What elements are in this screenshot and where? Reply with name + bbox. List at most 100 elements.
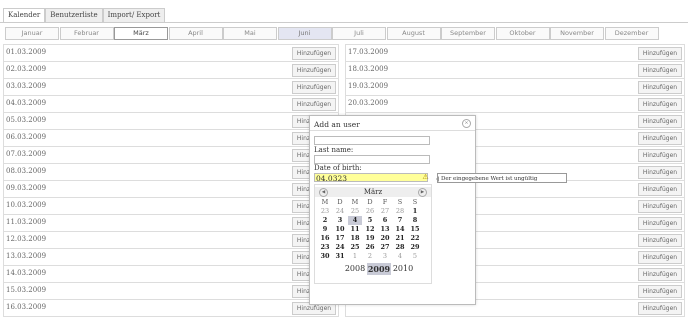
calendar-day[interactable]: 20 — [378, 234, 392, 243]
calendar-day[interactable]: 2 — [363, 252, 377, 261]
date-label: 10.03.2009 — [6, 201, 47, 209]
date-label: 09.03.2009 — [6, 184, 47, 192]
calendar-day[interactable]: 31 — [333, 252, 347, 261]
calendar-day[interactable]: 12 — [363, 225, 377, 234]
date-row: 11.03.2009Hinzufügen — [3, 214, 339, 232]
month-button[interactable]: März — [114, 27, 168, 40]
add-button[interactable]: Hinzufügen — [638, 251, 682, 264]
add-button[interactable]: Hinzufügen — [638, 47, 682, 60]
add-button[interactable]: Hinzufügen — [638, 302, 682, 315]
calendar-day[interactable]: 29 — [408, 243, 422, 252]
month-button[interactable]: Juli — [332, 27, 386, 40]
year-option[interactable]: 2010 — [391, 263, 415, 275]
month-button[interactable]: Juni — [277, 27, 332, 40]
date-row: 07.03.2009Hinzufügen — [3, 146, 339, 164]
calendar-day[interactable]: 26 — [363, 207, 377, 216]
dialog-separator — [310, 130, 475, 131]
add-button[interactable]: Hinzufügen — [638, 234, 682, 247]
calendar-day[interactable]: 16 — [318, 234, 332, 243]
weekday-label: M — [321, 198, 329, 206]
add-button[interactable]: Hinzufügen — [638, 200, 682, 213]
calendar-day[interactable]: 4 — [348, 216, 362, 225]
close-icon[interactable]: × — [462, 119, 471, 128]
calendar-day[interactable]: 1 — [408, 207, 422, 216]
add-button[interactable]: Hinzufügen — [638, 268, 682, 281]
calendar-month: März — [363, 188, 383, 196]
calendar-day[interactable]: 23 — [318, 207, 332, 216]
calendar-day[interactable]: 7 — [393, 216, 407, 225]
add-button[interactable]: Hinzufügen — [638, 81, 682, 94]
add-button[interactable]: Hinzufügen — [638, 64, 682, 77]
calendar-day[interactable]: 26 — [363, 243, 377, 252]
calendar-day[interactable]: 24 — [333, 243, 347, 252]
calendar-day[interactable]: 10 — [333, 225, 347, 234]
calendar-day[interactable]: 25 — [348, 243, 362, 252]
calendar-day[interactable]: 21 — [393, 234, 407, 243]
month-button[interactable]: April — [168, 27, 223, 40]
tab-import-export[interactable]: Import/ Export — [102, 8, 166, 22]
date-label: 14.03.2009 — [6, 269, 47, 277]
last-name-label: Last name: — [314, 146, 354, 154]
calendar-day[interactable]: 11 — [348, 225, 362, 234]
calendar-day[interactable]: 30 — [318, 252, 332, 261]
calendar-day[interactable]: 2 — [318, 216, 332, 225]
add-button[interactable]: Hinzufügen — [638, 217, 682, 230]
year-option[interactable]: 2009 — [367, 263, 391, 275]
month-button[interactable]: Dezember — [604, 27, 659, 40]
add-button[interactable]: Hinzufügen — [638, 285, 682, 298]
add-button[interactable]: Hinzufügen — [638, 149, 682, 162]
calendar-day[interactable]: 14 — [393, 225, 407, 234]
calendar-header: ◀ März ▶ — [315, 187, 431, 197]
month-button[interactable]: November — [550, 27, 604, 40]
calendar-day[interactable]: 28 — [393, 207, 407, 216]
add-button[interactable]: Hinzufügen — [638, 115, 682, 128]
add-button[interactable]: Hinzufügen — [292, 64, 336, 77]
first-name-field[interactable] — [314, 136, 430, 145]
date-row: 09.03.2009Hinzufügen — [3, 180, 339, 198]
last-name-field[interactable] — [314, 155, 430, 164]
dob-field[interactable]: 04.0323 — [314, 173, 428, 183]
month-button[interactable]: Mai — [223, 27, 277, 40]
calendar-day[interactable]: 15 — [408, 225, 422, 234]
calendar-day[interactable]: 22 — [408, 234, 422, 243]
month-button[interactable]: Januar — [5, 27, 59, 40]
month-button[interactable]: September — [441, 27, 495, 40]
add-button[interactable]: Hinzufügen — [638, 183, 682, 196]
calendar-day[interactable]: 5 — [363, 216, 377, 225]
tab-kalender[interactable]: Kalender — [3, 8, 46, 22]
calendar-day[interactable]: 17 — [333, 234, 347, 243]
add-button[interactable]: Hinzufügen — [638, 166, 682, 179]
calendar-day[interactable]: 23 — [318, 243, 332, 252]
calendar-day[interactable]: 8 — [408, 216, 422, 225]
calendar-day[interactable]: 24 — [333, 207, 347, 216]
add-button[interactable]: Hinzufügen — [638, 132, 682, 145]
tab-benutzerliste[interactable]: Benutzerliste — [45, 8, 103, 22]
calendar-day[interactable]: 3 — [333, 216, 347, 225]
calendar-day[interactable]: 25 — [348, 207, 362, 216]
add-button[interactable]: Hinzufügen — [292, 98, 336, 111]
calendar-day[interactable]: 4 — [393, 252, 407, 261]
month-button[interactable]: Februar — [59, 27, 114, 40]
date-label: 20.03.2009 — [348, 99, 389, 107]
calendar-day[interactable]: 6 — [378, 216, 392, 225]
calendar-day[interactable]: 3 — [378, 252, 392, 261]
year-option[interactable]: 2008 — [343, 263, 367, 275]
add-button[interactable]: Hinzufügen — [638, 98, 682, 111]
calendar-day[interactable]: 27 — [378, 243, 392, 252]
add-button[interactable]: Hinzufügen — [292, 81, 336, 94]
calendar-day[interactable]: 13 — [378, 225, 392, 234]
calendar-day[interactable]: 19 — [363, 234, 377, 243]
calendar-day[interactable]: 28 — [393, 243, 407, 252]
add-button[interactable]: Hinzufügen — [292, 47, 336, 60]
tab-divider — [0, 22, 688, 23]
date-row: 10.03.2009Hinzufügen — [3, 197, 339, 215]
calendar-day[interactable]: 5 — [408, 252, 422, 261]
calendar-day[interactable]: 9 — [318, 225, 332, 234]
calendar-day[interactable]: 18 — [348, 234, 362, 243]
month-button[interactable]: August — [386, 27, 441, 40]
calendar-day[interactable]: 27 — [378, 207, 392, 216]
date-label: 13.03.2009 — [6, 252, 47, 260]
month-button[interactable]: Oktober — [495, 27, 550, 40]
next-month-icon[interactable]: ▶ — [418, 188, 427, 197]
calendar-day[interactable]: 1 — [348, 252, 362, 261]
